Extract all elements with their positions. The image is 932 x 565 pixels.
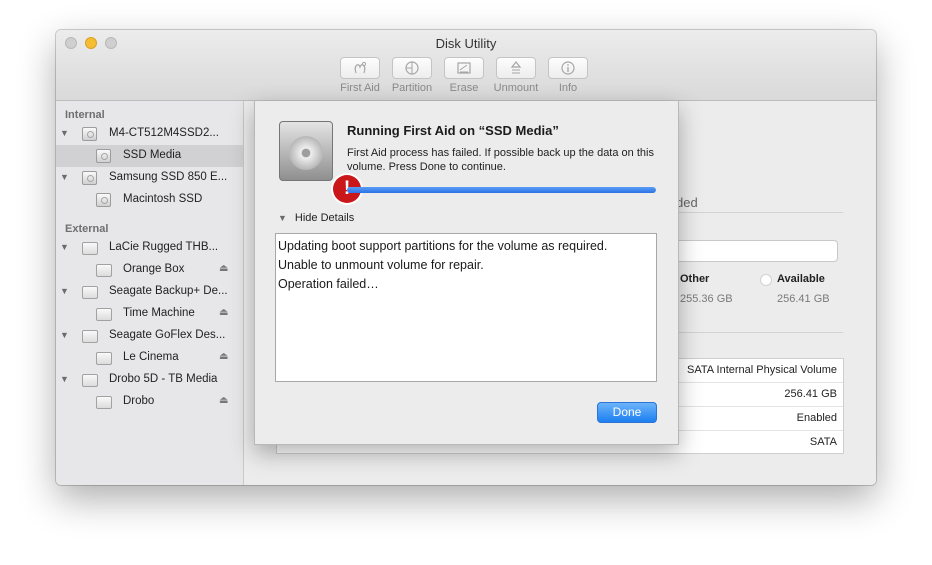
disclosure-triangle-icon: ▼: [278, 213, 287, 223]
sidebar-volume-time-machine[interactable]: Time Machine ⏏: [56, 303, 243, 325]
progress-bar-fill: [347, 187, 656, 193]
hide-details-toggle[interactable]: ▼ Hide Details: [278, 212, 354, 224]
volume-name: SSD Media: [123, 149, 182, 161]
erase-icon: [457, 62, 471, 74]
unmount-label: Unmount: [493, 82, 539, 94]
sidebar-volume-drobo[interactable]: Drobo ⏏: [56, 391, 243, 413]
sidebar-section-external: External: [65, 223, 109, 235]
first-aid-label: First Aid: [340, 82, 380, 94]
external-disk-icon: [82, 374, 98, 387]
window-title: Disk Utility: [435, 36, 497, 51]
erase-button[interactable]: [444, 57, 484, 79]
external-disk-icon: [82, 286, 98, 299]
sheet-title: Running First Aid on “SSD Media”: [347, 123, 559, 138]
first-aid-sheet: ! Running First Aid on “SSD Media” First…: [254, 101, 679, 445]
eject-icon[interactable]: ⏏: [219, 263, 228, 274]
info-tool[interactable]: Info: [543, 57, 593, 94]
sidebar-disk-seagate-goflex[interactable]: ▼ Seagate GoFlex Des...: [56, 325, 243, 347]
volume-name: Drobo: [123, 395, 155, 407]
sheet-message: First Aid process has failed. If possibl…: [347, 147, 654, 173]
volume-name: Macintosh SSD: [123, 193, 203, 205]
info-button[interactable]: [548, 57, 588, 79]
unmount-icon: [510, 61, 522, 74]
log-line: Operation failed…: [278, 277, 379, 291]
internal-disk-icon: [82, 127, 97, 141]
disk-name: M4-CT512M4SSD2...: [109, 127, 219, 139]
usage-bar: [664, 240, 838, 262]
info-label: Info: [558, 82, 578, 94]
volume-name: Time Machine: [123, 307, 195, 319]
disk-name: Seagate GoFlex Des...: [109, 329, 226, 341]
sidebar-disk-lacie[interactable]: ▼ LaCie Rugged THB...: [56, 237, 243, 259]
volume-icon: [96, 264, 112, 277]
volume-name: Orange Box: [123, 263, 185, 275]
eject-icon[interactable]: ⏏: [219, 351, 228, 362]
progress-bar: [347, 187, 656, 193]
volume-icon: [96, 308, 112, 321]
eject-icon[interactable]: ⏏: [219, 395, 228, 406]
sidebar-disk-m4[interactable]: ▼ M4-CT512M4SSD2...: [56, 123, 243, 145]
info-connection-value: SATA: [809, 436, 837, 448]
partition-tool[interactable]: Partition: [387, 57, 437, 94]
disk-name: LaCie Rugged THB...: [109, 241, 219, 253]
disk-name: Seagate Backup+ De...: [109, 285, 228, 297]
log-line: Unable to unmount volume for repair.: [278, 258, 484, 272]
disclosure-triangle-icon[interactable]: ▼: [60, 128, 69, 138]
disclosure-triangle-icon[interactable]: ▼: [60, 374, 69, 384]
first-aid-button[interactable]: [340, 57, 380, 79]
disclosure-triangle-icon[interactable]: ▼: [60, 286, 69, 296]
external-disk-icon: [82, 330, 98, 343]
volume-status-fragment: ded: [676, 195, 698, 210]
volume-icon: [96, 149, 111, 163]
sidebar: Internal ▼ M4-CT512M4SSD2... SSD Media ▼…: [56, 101, 244, 485]
done-button[interactable]: Done: [597, 402, 657, 423]
disk-name: Samsung SSD 850 E...: [109, 171, 228, 183]
erase-label: Erase: [449, 82, 479, 94]
disclosure-triangle-icon[interactable]: ▼: [60, 242, 69, 252]
other-value: 255.36 GB: [680, 293, 733, 305]
volume-name: Le Cinema: [123, 351, 179, 363]
log-line: Updating boot support partitions for the…: [278, 239, 608, 253]
hard-drive-icon: !: [279, 121, 361, 203]
info-smart-value: Enabled: [796, 412, 837, 424]
partition-label: Partition: [391, 82, 433, 94]
sidebar-volume-orange-box[interactable]: Orange Box ⏏: [56, 259, 243, 281]
hide-details-label: Hide Details: [294, 212, 355, 224]
partition-icon: [405, 61, 419, 75]
available-swatch: [760, 274, 772, 286]
available-label: Available: [777, 273, 825, 285]
volume-icon: [96, 396, 112, 409]
eject-icon[interactable]: ⏏: [219, 307, 228, 318]
info-type-value: SATA Internal Physical Volume: [687, 364, 837, 376]
available-value: 256.41 GB: [777, 293, 830, 305]
details-log[interactable]: Updating boot support partitions for the…: [275, 233, 657, 382]
volume-icon: [96, 352, 112, 365]
sidebar-volume-ssd-media[interactable]: SSD Media: [56, 145, 243, 167]
unmount-button[interactable]: [496, 57, 536, 79]
titlebar: Disk Utility First Aid Partition Erase U…: [56, 30, 876, 101]
disk-name: Drobo 5D - TB Media: [109, 373, 218, 385]
sidebar-volume-le-cinema[interactable]: Le Cinema ⏏: [56, 347, 243, 369]
internal-disk-icon: [82, 171, 97, 185]
sidebar-volume-macintosh-ssd[interactable]: Macintosh SSD: [56, 189, 243, 211]
info-capacity-value: 256.41 GB: [784, 388, 837, 400]
unmount-tool[interactable]: Unmount: [491, 57, 541, 94]
sidebar-disk-seagate-backup[interactable]: ▼ Seagate Backup+ De...: [56, 281, 243, 303]
sidebar-disk-drobo-5d[interactable]: ▼ Drobo 5D - TB Media: [56, 369, 243, 391]
info-icon: [561, 61, 575, 75]
erase-tool[interactable]: Erase: [439, 57, 489, 94]
partition-button[interactable]: [392, 57, 432, 79]
sidebar-disk-samsung[interactable]: ▼ Samsung SSD 850 E...: [56, 167, 243, 189]
first-aid-icon: [354, 61, 367, 74]
disclosure-triangle-icon[interactable]: ▼: [60, 172, 69, 182]
sidebar-section-internal: Internal: [65, 109, 105, 121]
external-disk-icon: [82, 242, 98, 255]
disclosure-triangle-icon[interactable]: ▼: [60, 330, 69, 340]
other-label: Other: [680, 273, 710, 285]
volume-icon: [96, 193, 111, 207]
first-aid-tool[interactable]: First Aid: [335, 57, 385, 94]
